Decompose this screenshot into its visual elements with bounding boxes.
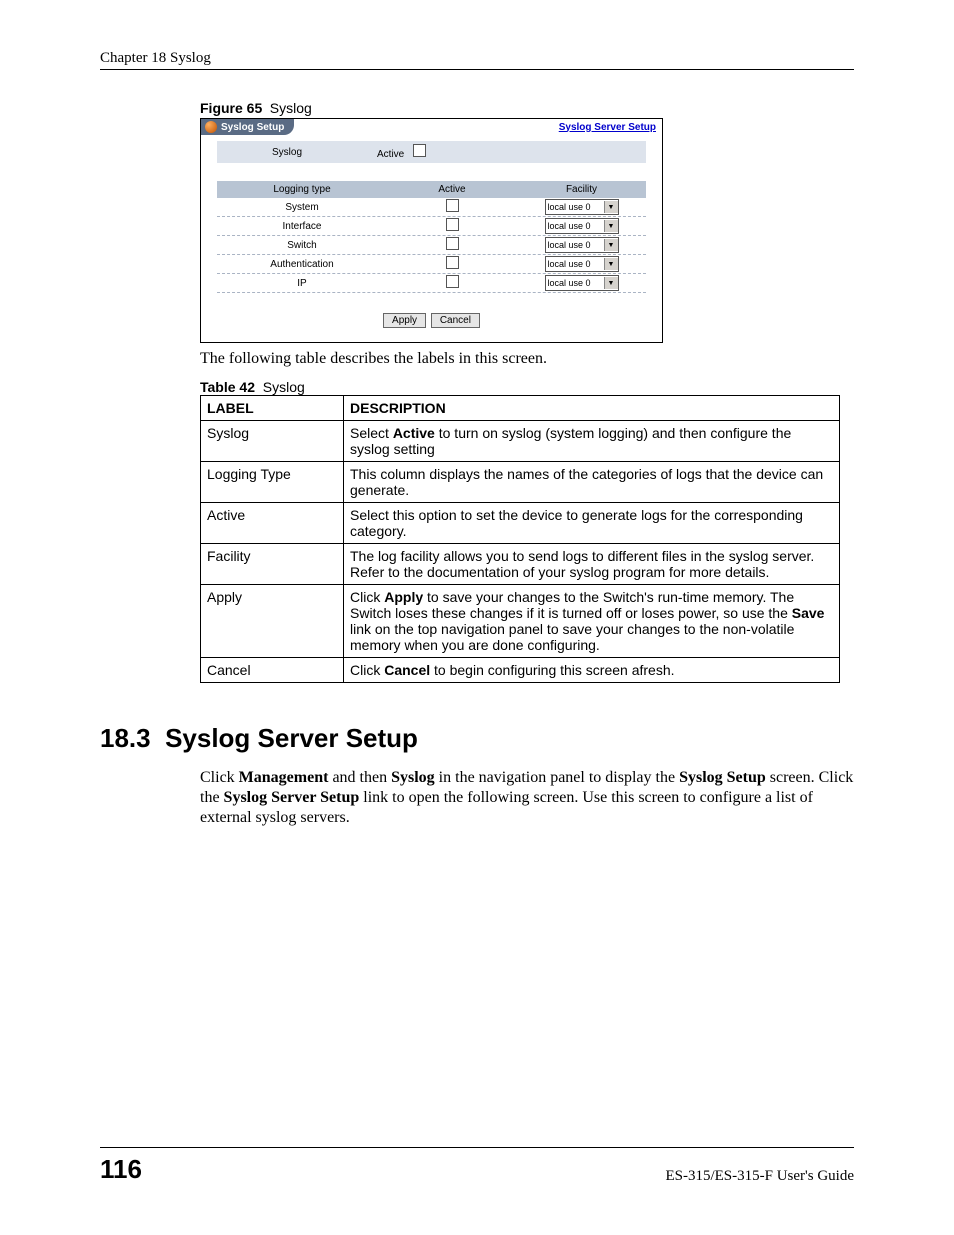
syslog-label: Syslog bbox=[217, 147, 357, 158]
cell-desc: Click Apply to save your changes to the … bbox=[344, 585, 840, 658]
page-footer: 116 ES-315/ES-315-F User's Guide bbox=[100, 1147, 854, 1185]
log-row: Interface local use 0▼ bbox=[217, 217, 646, 236]
cancel-button[interactable]: Cancel bbox=[431, 313, 480, 328]
col-active: Active bbox=[387, 181, 517, 198]
log-table-header: Logging type Active Facility bbox=[217, 181, 646, 198]
facility-select[interactable]: local use 0▼ bbox=[545, 275, 619, 291]
cell-label: Cancel bbox=[201, 658, 344, 683]
syslog-active-checkbox[interactable] bbox=[413, 144, 426, 157]
facility-select[interactable]: local use 0▼ bbox=[545, 256, 619, 272]
active-label: Active bbox=[377, 149, 404, 160]
facility-select[interactable]: local use 0▼ bbox=[545, 218, 619, 234]
chevron-down-icon: ▼ bbox=[604, 239, 618, 251]
chevron-down-icon: ▼ bbox=[604, 201, 618, 213]
screenshot-panel: Syslog Setup Syslog Server Setup Syslog … bbox=[200, 118, 663, 343]
chevron-down-icon: ▼ bbox=[604, 220, 618, 232]
chevron-down-icon: ▼ bbox=[604, 277, 618, 289]
cell-desc: Select this option to set the device to … bbox=[344, 503, 840, 544]
cell-desc: Select Active to turn on syslog (system … bbox=[344, 421, 840, 462]
log-active-checkbox[interactable] bbox=[446, 237, 459, 250]
table-caption: Table 42 Syslog bbox=[200, 379, 854, 395]
table-row: Active Select this option to set the dev… bbox=[201, 503, 840, 544]
log-row: Authentication local use 0▼ bbox=[217, 255, 646, 274]
table-row: Facility The log facility allows you to … bbox=[201, 544, 840, 585]
th-label: LABEL bbox=[201, 396, 344, 421]
section-paragraph: Click Management and then Syslog in the … bbox=[200, 768, 854, 828]
log-type: IP bbox=[217, 278, 387, 289]
cell-desc: The log facility allows you to send logs… bbox=[344, 544, 840, 585]
panel-title-icon bbox=[205, 121, 217, 133]
section-number: 18.3 bbox=[100, 723, 151, 753]
cell-label: Logging Type bbox=[201, 462, 344, 503]
log-type: Switch bbox=[217, 240, 387, 251]
cell-label: Active bbox=[201, 503, 344, 544]
cell-desc: Click Cancel to begin configuring this s… bbox=[344, 658, 840, 683]
intro-paragraph: The following table describes the labels… bbox=[200, 349, 854, 369]
chevron-down-icon: ▼ bbox=[604, 258, 618, 270]
log-active-checkbox[interactable] bbox=[446, 256, 459, 269]
description-table: LABEL DESCRIPTION Syslog Select Active t… bbox=[200, 395, 840, 683]
doc-title: ES-315/ES-315-F User's Guide bbox=[665, 1168, 854, 1185]
log-row: System local use 0▼ bbox=[217, 198, 646, 217]
log-active-checkbox[interactable] bbox=[446, 218, 459, 231]
figure-caption: Figure 65 Syslog bbox=[200, 100, 854, 118]
syslog-active-row: Syslog Active bbox=[217, 141, 646, 163]
running-header: Chapter 18 Syslog bbox=[100, 50, 854, 70]
cell-label: Syslog bbox=[201, 421, 344, 462]
facility-select[interactable]: local use 0▼ bbox=[545, 199, 619, 215]
cell-label: Apply bbox=[201, 585, 344, 658]
log-type: System bbox=[217, 202, 387, 213]
table-caption-text: Syslog bbox=[263, 379, 305, 395]
cell-desc: This column displays the names of the ca… bbox=[344, 462, 840, 503]
figure-label: Figure 65 bbox=[200, 100, 262, 116]
table-row: Syslog Select Active to turn on syslog (… bbox=[201, 421, 840, 462]
page-number: 116 bbox=[100, 1154, 142, 1185]
syslog-server-setup-link[interactable]: Syslog Server Setup bbox=[559, 122, 656, 133]
table-row: Cancel Click Cancel to begin configuring… bbox=[201, 658, 840, 683]
th-description: DESCRIPTION bbox=[344, 396, 840, 421]
col-logging-type: Logging type bbox=[217, 181, 387, 198]
log-row: Switch local use 0▼ bbox=[217, 236, 646, 255]
cell-label: Facility bbox=[201, 544, 344, 585]
table-row: Apply Click Apply to save your changes t… bbox=[201, 585, 840, 658]
panel-title-tab: Syslog Setup bbox=[201, 119, 294, 135]
log-type: Interface bbox=[217, 221, 387, 232]
section-title: Syslog Server Setup bbox=[165, 723, 418, 753]
col-facility: Facility bbox=[517, 181, 646, 198]
section-heading: 18.3 Syslog Server Setup bbox=[100, 723, 854, 754]
facility-select[interactable]: local use 0▼ bbox=[545, 237, 619, 253]
log-active-checkbox[interactable] bbox=[446, 199, 459, 212]
figure-caption-text: Syslog bbox=[270, 100, 312, 116]
log-active-checkbox[interactable] bbox=[446, 275, 459, 288]
log-type: Authentication bbox=[217, 259, 387, 270]
log-row: IP local use 0▼ bbox=[217, 274, 646, 293]
apply-button[interactable]: Apply bbox=[383, 313, 426, 328]
panel-title: Syslog Setup bbox=[221, 122, 284, 133]
table-label: Table 42 bbox=[200, 379, 255, 395]
table-row: Logging Type This column displays the na… bbox=[201, 462, 840, 503]
